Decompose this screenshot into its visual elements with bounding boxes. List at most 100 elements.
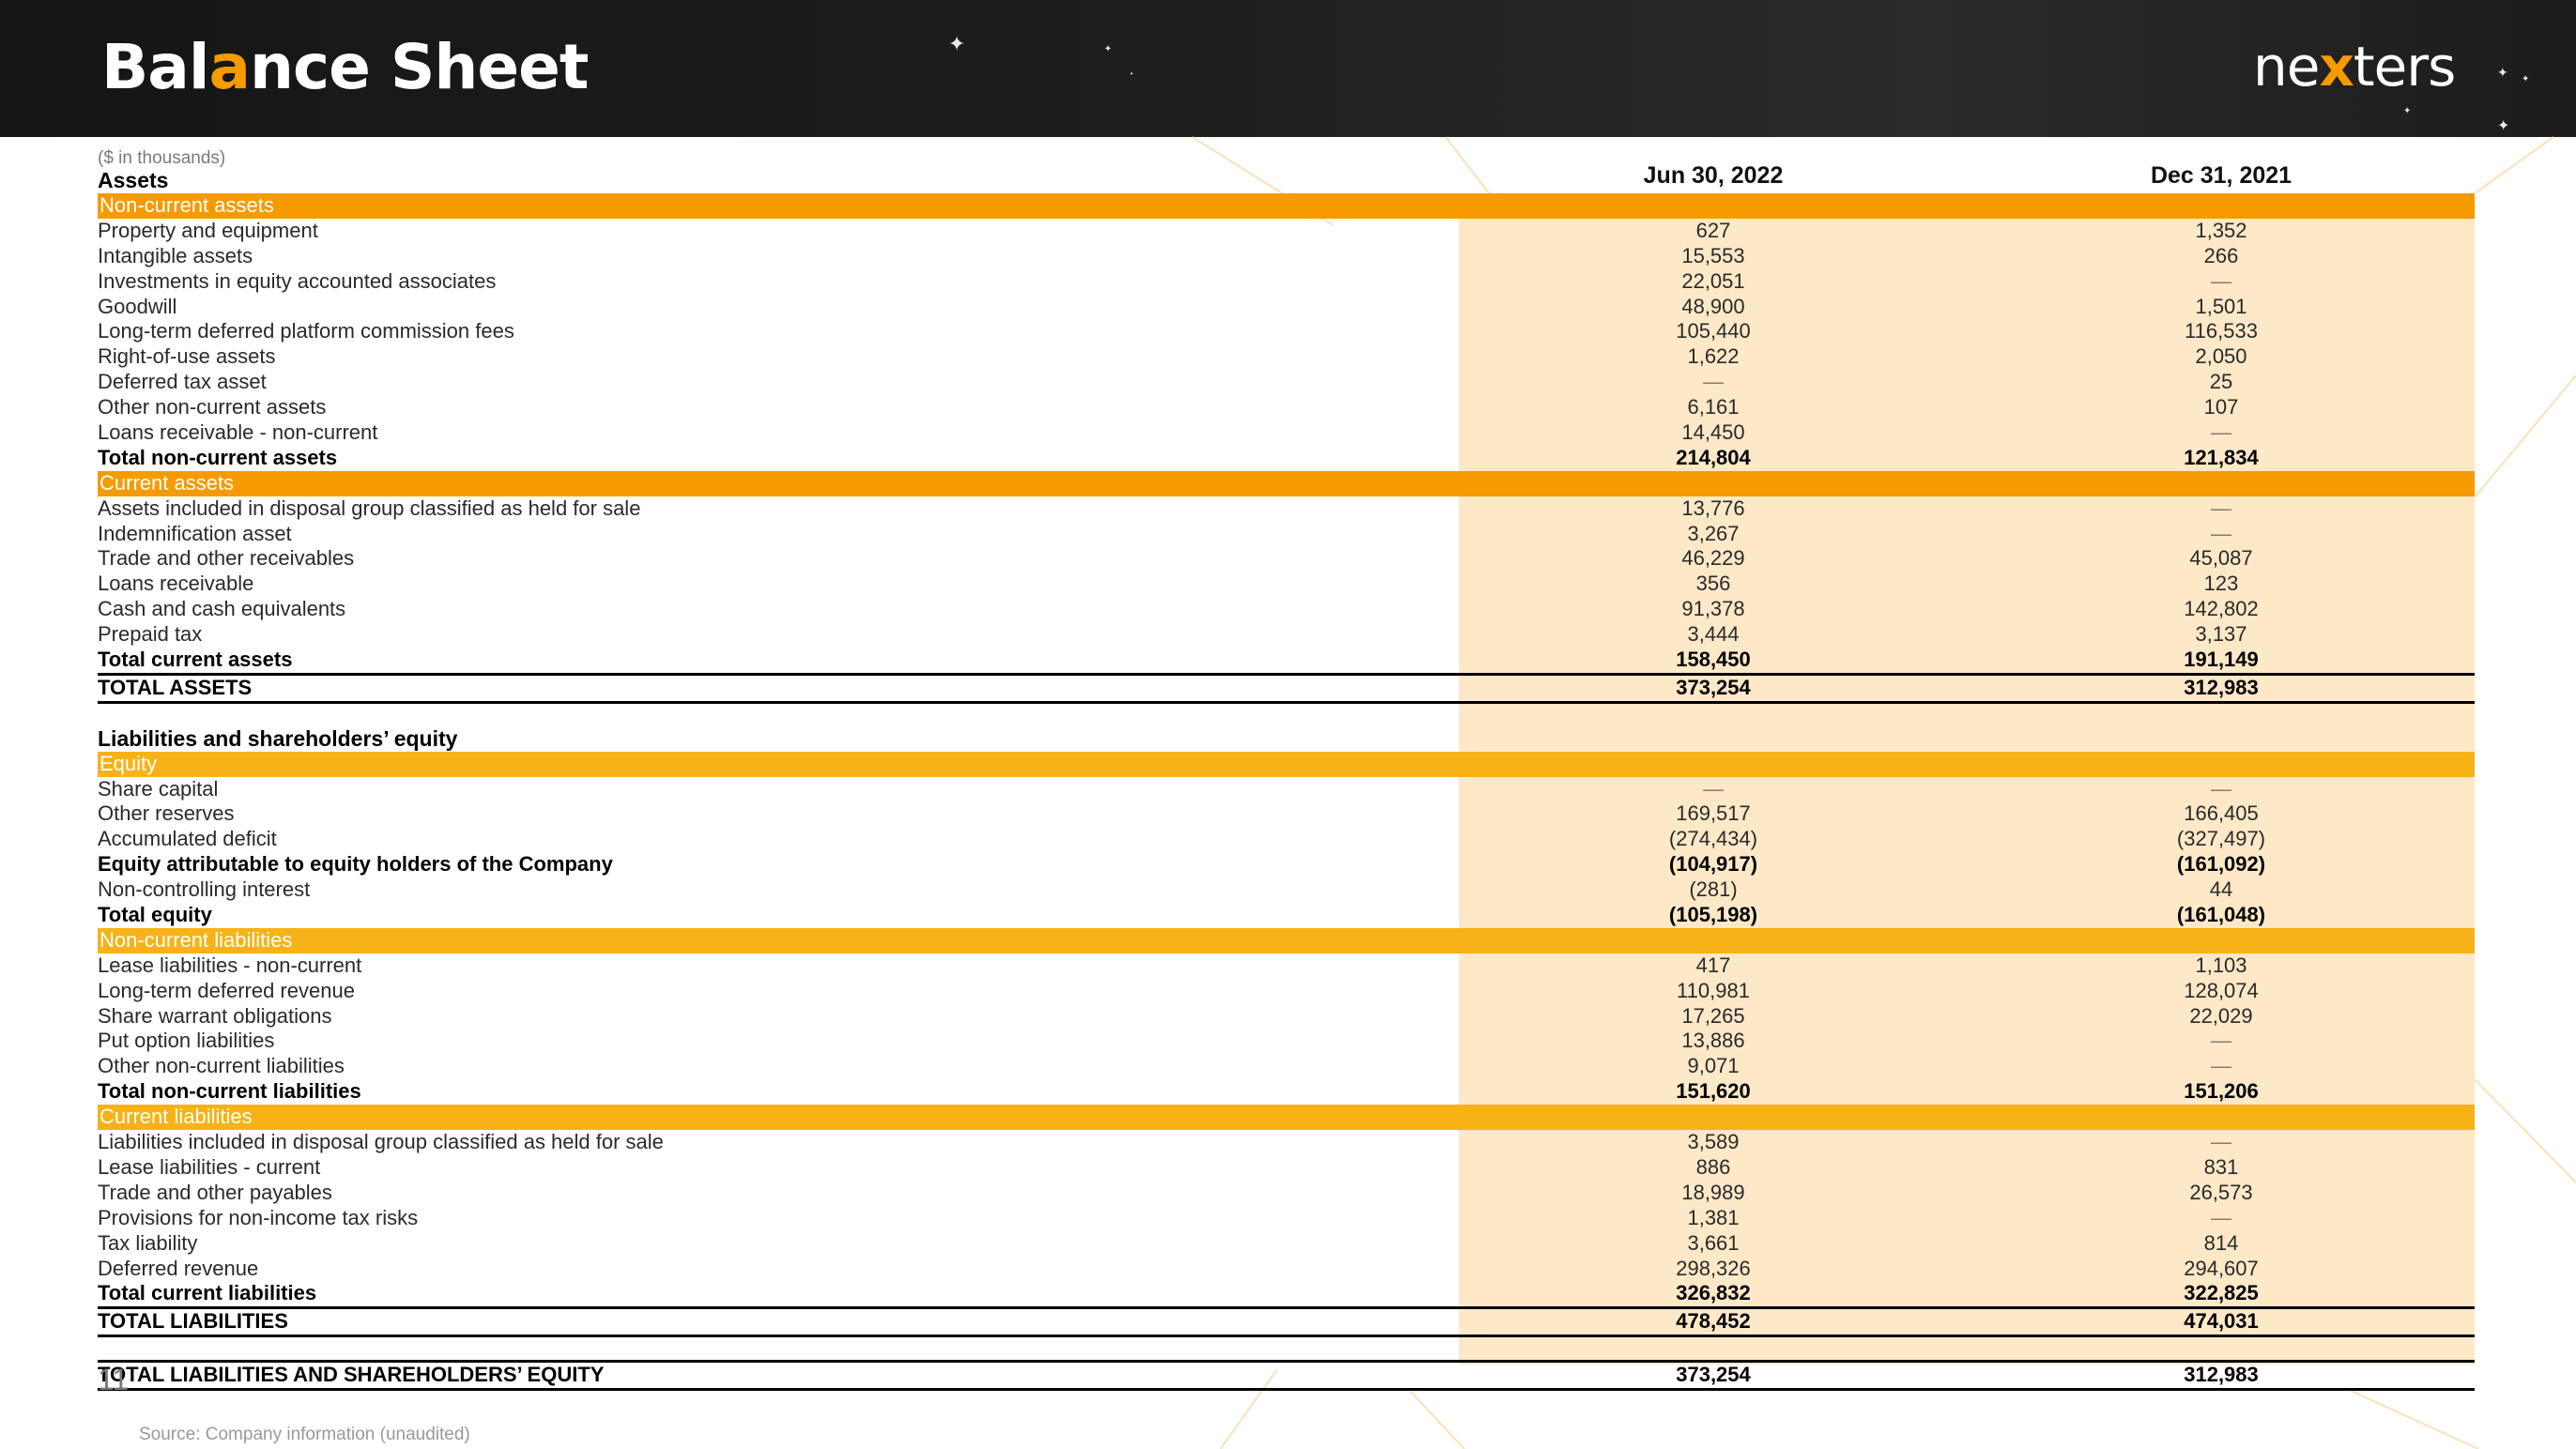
row-label: Other non-current liabilities xyxy=(98,1054,345,1078)
row-label: Current liabilities xyxy=(100,1105,253,1129)
table-row: Lease liabilities - current 886 831 xyxy=(98,1155,2475,1181)
table-row: Goodwill 48,900 1,501 xyxy=(98,295,2475,320)
value-dec-2021: — xyxy=(2211,1054,2231,1078)
logo-text: ne xyxy=(2253,35,2320,99)
grand-total-row: TOTAL LIABILITIES AND SHAREHOLDERS’ EQUI… xyxy=(98,1360,2475,1392)
value-jun-2022: 373,254 xyxy=(1676,1363,1751,1387)
value-dec-2021: 831 xyxy=(2203,1154,2239,1179)
value-dec-2021: 44 xyxy=(2209,877,2233,902)
value-jun-2022: 1,622 xyxy=(1687,344,1740,369)
value-dec-2021: 45,087 xyxy=(2189,546,2253,571)
page-number: 11 xyxy=(98,1363,130,1396)
table-row: Long-term deferred platform commission f… xyxy=(98,319,2475,344)
row-label: Share warrant obligations xyxy=(98,1003,332,1028)
value-dec-2021: 322,825 xyxy=(2184,1281,2259,1305)
value-dec-2021: 142,802 xyxy=(2184,597,2259,621)
value-dec-2021: 266 xyxy=(2203,243,2239,267)
deco-line xyxy=(2474,374,2576,498)
table-row: Accumulated deficit (274,434) (327,497) xyxy=(98,827,2475,852)
table-row: Other reserves 169,517 166,405 xyxy=(98,801,2475,827)
row-label: Deferred revenue xyxy=(98,1256,259,1280)
row-label: TOTAL ASSETS xyxy=(98,675,253,699)
value-dec-2021: — xyxy=(2211,776,2231,801)
value-dec-2021: 107 xyxy=(2203,395,2239,419)
value-dec-2021: — xyxy=(2211,496,2231,520)
value-jun-2022: 22,051 xyxy=(1681,268,1745,293)
value-jun-2022: 158,450 xyxy=(1676,648,1751,672)
table-row: Intangible assets 15,553 266 xyxy=(98,244,2475,269)
value-dec-2021: 166,405 xyxy=(2184,801,2259,826)
value-jun-2022: 14,450 xyxy=(1681,420,1745,444)
table-row: Other non-current liabilities 9,071 — xyxy=(98,1054,2475,1079)
nexters-logo: nexters xyxy=(2253,34,2456,99)
slide-header: Balance Sheet ✦ ✦ • ✦ ✦ ✦ ✦ nexters xyxy=(0,0,2576,137)
star-icon: ✦ xyxy=(2403,106,2412,116)
row-label: Trade and other payables xyxy=(98,1180,332,1204)
section-header-row: Non-current liabilities xyxy=(98,927,2475,953)
source-note: Source: Company information (unaudited) xyxy=(139,1425,470,1444)
row-label: Indemnification asset xyxy=(98,521,292,545)
star-icon: ✦ xyxy=(1104,44,1112,54)
subtotal-row: Total non-current liabilities 151,620 151,… xyxy=(98,1079,2475,1105)
row-label: Total non-current liabilities xyxy=(98,1079,361,1104)
logo-text: ters xyxy=(2353,35,2456,99)
row-label: Total current liabilities xyxy=(98,1281,317,1305)
row-label: Other reserves xyxy=(98,801,235,826)
grand-total-row: TOTAL ASSETS 373,254 312,983 xyxy=(98,672,2475,704)
value-dec-2021: 3,137 xyxy=(2195,622,2247,647)
section-header-row: Current assets xyxy=(98,470,2475,496)
value-jun-2022: 886 xyxy=(1695,1154,1731,1179)
table-row: Assets included in disposal group classi… xyxy=(98,496,2475,522)
value-jun-2022: 105,440 xyxy=(1676,319,1751,343)
star-icon: ✦ xyxy=(2497,65,2508,80)
deco-line xyxy=(2474,1078,2576,1183)
row-label: Total equity xyxy=(98,903,212,927)
table-row: Trade and other payables 18,989 26,573 xyxy=(98,1181,2475,1206)
row-label: Total non-current assets xyxy=(98,445,338,469)
value-dec-2021: — xyxy=(2211,1130,2231,1154)
section-header-row: Non-current assets xyxy=(98,192,2475,219)
row-label: Intangible assets xyxy=(98,243,253,267)
grand-total-row: TOTAL LIABILITIES 478,452 474,031 xyxy=(98,1306,2475,1338)
value-jun-2022: 151,620 xyxy=(1676,1079,1751,1104)
table-row: Trade and other receivables 46,229 45,087 xyxy=(98,546,2475,572)
row-label: Tax liability xyxy=(98,1230,198,1255)
value-jun-2022: — xyxy=(1703,776,1724,801)
deco-line xyxy=(2474,136,2554,194)
spacer-row xyxy=(98,704,2475,726)
section-header-row: Equity xyxy=(98,751,2475,777)
row-label: Loans receivable xyxy=(98,572,254,596)
title-text: nce Sheet xyxy=(250,31,589,103)
value-dec-2021: — xyxy=(2211,1205,2231,1229)
value-jun-2022: 373,254 xyxy=(1676,675,1751,699)
subtotal-row: Total equity (105,198) (161,048) xyxy=(98,903,2475,928)
row-label: Lease liabilities - non-current xyxy=(98,953,362,977)
star-icon: ✦ xyxy=(2522,74,2530,84)
row-label: Share capital xyxy=(98,776,219,801)
value-dec-2021: 814 xyxy=(2203,1230,2239,1255)
table-row: Investments in equity accounted associat… xyxy=(98,269,2475,295)
page-title: Balance Sheet xyxy=(101,28,589,107)
value-dec-2021: 312,983 xyxy=(2184,675,2259,699)
row-label: Provisions for non-income tax risks xyxy=(98,1205,419,1229)
value-jun-2022: 298,326 xyxy=(1676,1256,1751,1280)
value-jun-2022: 13,886 xyxy=(1681,1029,1745,1053)
value-dec-2021: (161,092) xyxy=(2176,852,2266,877)
table-row: Deferred revenue 298,326 294,607 xyxy=(98,1257,2475,1282)
value-jun-2022: (105,198) xyxy=(1668,903,1758,927)
row-label: Put option liabilities xyxy=(98,1029,275,1053)
value-jun-2022: 356 xyxy=(1695,572,1731,596)
value-dec-2021: 2,050 xyxy=(2195,344,2247,369)
units-note: ($ in thousands) xyxy=(98,148,226,168)
row-label: Liabilities and shareholders’ equity xyxy=(98,725,458,751)
spacer-row xyxy=(98,1337,2475,1360)
row-label: TOTAL LIABILITIES AND SHAREHOLDERS’ EQUI… xyxy=(98,1363,605,1387)
value-dec-2021: 1,352 xyxy=(2195,218,2247,242)
value-jun-2022: 3,661 xyxy=(1687,1230,1740,1255)
table-row: Loans receivable 356 123 xyxy=(98,572,2475,597)
star-icon: ✦ xyxy=(948,32,966,55)
value-dec-2021: 1,103 xyxy=(2195,953,2247,977)
value-dec-2021: 151,206 xyxy=(2184,1079,2259,1104)
table-row: Tax liability 3,661 814 xyxy=(98,1231,2475,1257)
value-dec-2021: 121,834 xyxy=(2184,445,2259,469)
